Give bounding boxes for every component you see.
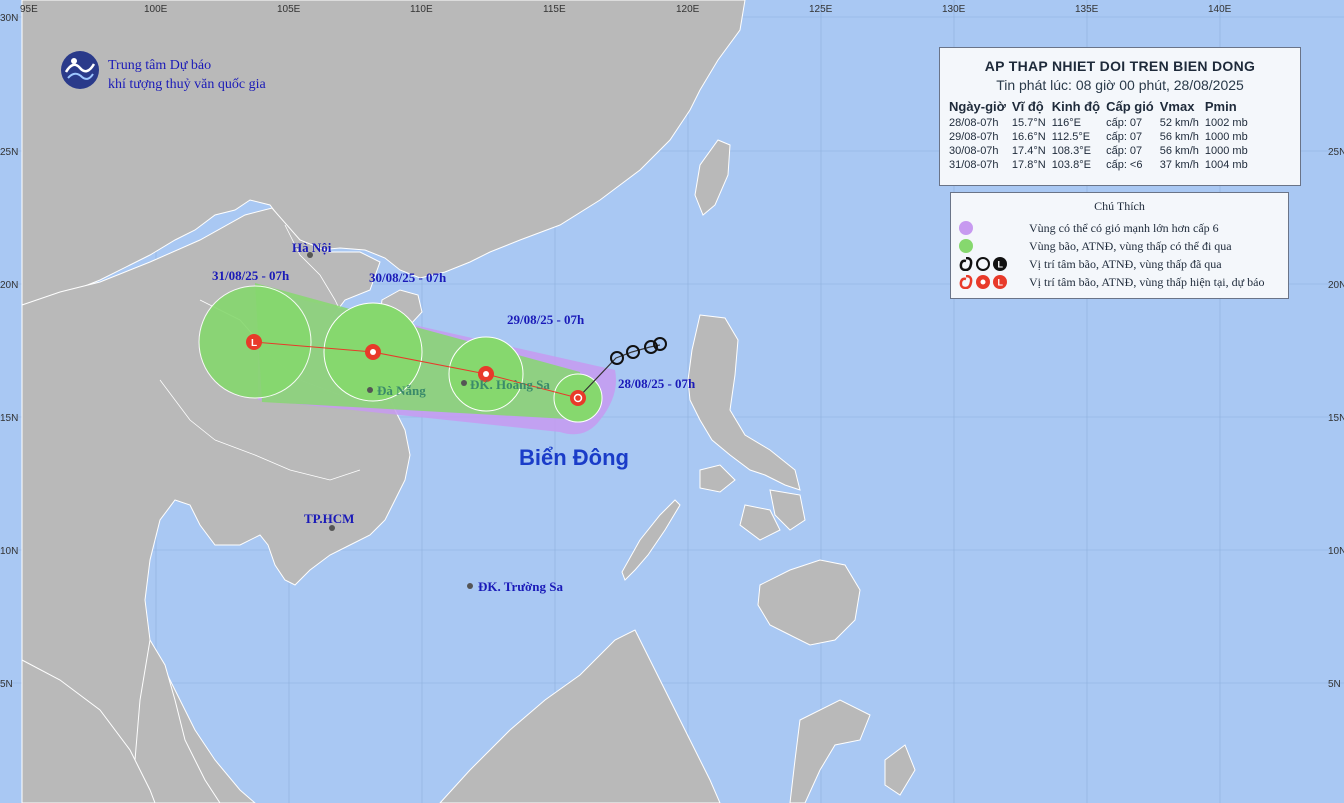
date-label-31: 31/08/25 - 07h [212,268,290,283]
lat-label: 25N [0,147,18,158]
green-zone-icon [959,239,973,253]
nchmf-logo [61,51,99,89]
cell-vmax: 52 km/h [1159,117,1199,129]
cell-pmin: 1000 mb [1204,145,1248,157]
lon-label: 110E [410,4,433,15]
cell-time: 31/08-07h [949,159,999,171]
cell-lon: 103.8°E [1051,159,1091,171]
past-center-icon [976,257,990,271]
agency-line-1: Trung tâm Dự báo [108,58,212,73]
forecast-table-header: Ngày-giờ Vĩ độ Kinh độ Cấp gió Vmax Pmin [946,99,1251,116]
legend-box: Chú Thích Vùng có thể có gió mạnh lớn hơ… [950,192,1289,299]
cell-time: 30/08-07h [949,145,999,157]
table-row: 31/08-07h 17.8°N 103.8°E cấp: <6 37 km/h… [946,158,1251,172]
date-label-29: 29/08/25 - 07h [507,312,585,327]
cell-wind: cấp: 07 [1106,117,1143,129]
agency-name: Trung tâm Dự báo khí tượng thuỷ văn quốc… [108,56,266,94]
lat-label-right: 25N [1328,147,1344,158]
cell-time: 29/08-07h [949,131,999,143]
cell-lon: 108.3°E [1051,145,1091,157]
lat-label: 15N [0,413,18,424]
current-low-icon: L [993,275,1007,289]
lat-label: 30N [0,13,18,24]
legend-item: L Vị trí tâm bão, ATNĐ, vùng thấp đã qua [959,255,1222,273]
cell-vmax: 56 km/h [1159,131,1199,143]
lon-label: 130E [942,4,966,15]
past-storm-icon [959,257,973,271]
col-lat: Vĩ độ [1011,99,1044,114]
lon-label: 95E [20,4,38,15]
place-hanoi: Hà Nội [292,240,332,255]
lat-label: 10N [0,546,18,557]
col-vmax: Vmax [1159,99,1195,114]
lat-label-right: 15N [1328,413,1344,424]
table-row: 28/08-07h 15.7°N 116°E cấp: 07 52 km/h 1… [946,116,1251,130]
lat-label-right: 10N [1328,546,1344,557]
lon-label: 140E [1208,4,1232,15]
current-storm-icon [959,275,973,289]
lat-label-right: 20N [1328,280,1344,291]
cell-pmin: 1000 mb [1204,131,1248,143]
cell-wind: cấp: 07 [1106,131,1143,143]
col-time: Ngày-giờ [949,99,1006,114]
cell-lat: 15.7°N [1011,117,1046,129]
current-center-icon [976,275,990,289]
lon-label: 125E [809,4,833,15]
lon-label: 120E [676,4,700,15]
agency-line-2: khí tượng thuỷ văn quốc gia [108,77,266,92]
lon-label: 105E [277,4,301,15]
legend-label: Vùng có thể có gió mạnh lớn hơn cấp 6 [1029,220,1219,235]
place-danang: Đà Nẵng [377,383,426,398]
svg-text:L: L [998,278,1004,288]
place-hoangsa: ĐK. Hoàng Sa [470,377,550,392]
legend-label: Vị trí tâm bão, ATNĐ, vùng thấp hiện tại… [1029,274,1265,289]
lat-label: 5N [0,679,13,690]
legend-title: Chú Thích [1094,199,1145,213]
bulletin-title: AP THAP NHIET DOI TREN BIEN DONG [984,58,1256,74]
cell-vmax: 56 km/h [1159,145,1199,157]
cell-wind: cấp: <6 [1106,159,1143,171]
cell-pmin: 1004 mb [1204,159,1248,171]
bulletin-issued: Tin phát lúc: 08 giờ 00 phút, 28/08/2025 [996,77,1244,93]
lon-label: 100E [144,4,168,15]
lon-label: 135E [1075,4,1099,15]
cell-lat: 17.4°N [1011,145,1046,157]
cell-lat: 16.6°N [1011,131,1046,143]
legend-item: Vùng có thể có gió mạnh lớn hơn cấp 6 [959,219,1219,237]
legend-item: L Vị trí tâm bão, ATNĐ, vùng thấp hiện t… [959,273,1264,291]
cell-wind: cấp: 07 [1106,145,1143,157]
svg-text:L: L [998,260,1004,270]
center-31-08: L [246,334,262,350]
place-tphcm: TP.HCM [304,511,354,526]
date-label-30: 30/08/25 - 07h [369,270,447,285]
date-label-28: 28/08/25 - 07h [618,376,696,391]
table-row: 30/08-07h 17.4°N 108.3°E cấp: 07 56 km/h… [946,144,1251,158]
forecast-table: Ngày-giờ Vĩ độ Kinh độ Cấp gió Vmax Pmin… [946,99,1251,172]
col-wind: Cấp gió [1106,99,1154,114]
svg-text:L: L [251,338,257,349]
legend-item: Vùng bão, ATNĐ, vùng thấp có thể đi qua [959,237,1232,255]
cell-time: 28/08-07h [949,117,999,129]
col-pmin: Pmin [1204,99,1237,114]
cell-lon: 112.5°E [1051,131,1091,143]
bulletin-box: AP THAP NHIET DOI TREN BIEN DONG Tin phá… [939,47,1301,186]
cell-lat: 17.8°N [1011,159,1046,171]
col-lon: Kinh độ [1051,99,1101,114]
center-30-08 [365,344,381,360]
cell-lon: 116°E [1051,117,1081,129]
legend-label: Vùng bão, ATNĐ, vùng thấp có thể đi qua [1029,238,1232,253]
lon-label: 115E [543,4,566,15]
legend-label: Vị trí tâm bão, ATNĐ, vùng thấp đã qua [1029,256,1222,271]
purple-zone-icon [959,221,973,235]
lat-label: 20N [0,280,18,291]
place-truongsa: ĐK. Trường Sa [478,579,563,594]
past-low-icon: L [993,257,1007,271]
lat-label-right: 5N [1328,679,1341,690]
cell-vmax: 37 km/h [1159,159,1199,171]
table-row: 29/08-07h 16.6°N 112.5°E cấp: 07 56 km/h… [946,130,1251,144]
center-28-08 [570,390,586,406]
cell-pmin: 1002 mb [1204,117,1248,129]
sea-name: Biển Đông [519,445,629,470]
